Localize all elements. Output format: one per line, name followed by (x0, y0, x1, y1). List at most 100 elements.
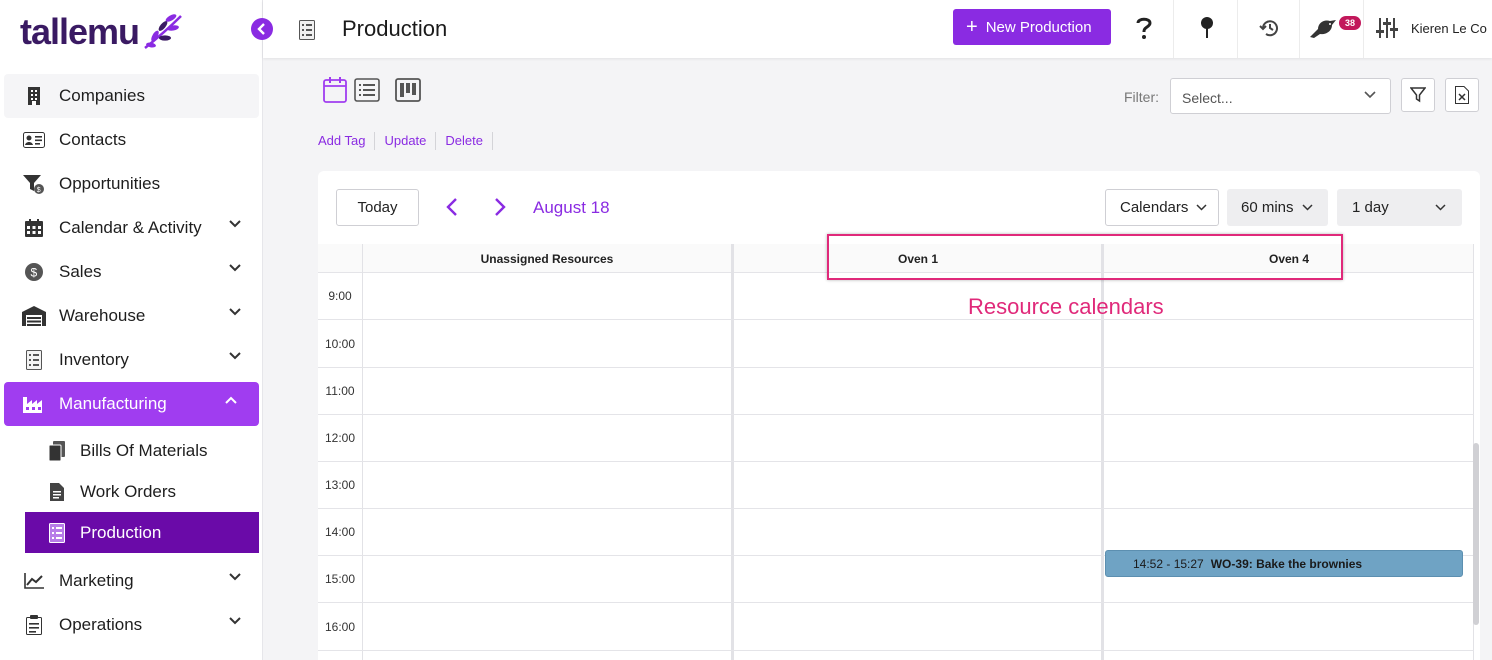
delete-link[interactable]: Delete (436, 132, 493, 150)
add-tag-link[interactable]: Add Tag (318, 132, 376, 150)
kanban-view-button[interactable] (394, 76, 422, 104)
sidebar-collapse-button[interactable] (251, 18, 273, 40)
time-label: 14:00 (324, 525, 356, 539)
export-excel-button[interactable] (1445, 78, 1479, 112)
event-title: WO-39: Bake the brownies (1210, 556, 1363, 571)
hour-line (318, 602, 1474, 603)
production-list-icon (46, 522, 68, 544)
today-button[interactable]: Today (336, 189, 419, 226)
sidebar-item-label: Contacts (59, 130, 127, 149)
funnel-icon: $ (22, 172, 46, 196)
sidebar-item-opportunities[interactable]: $ Opportunities (0, 162, 263, 206)
calendars-label: Calendars (1120, 199, 1189, 216)
filter-select[interactable]: Select... (1170, 78, 1391, 114)
column-divider (731, 244, 734, 660)
hour-line (318, 367, 1474, 368)
date-label: August 18 (533, 198, 610, 217)
notifications-bird-icon[interactable] (1306, 14, 1340, 42)
logo-text: tallemu (20, 11, 140, 52)
help-icon[interactable] (1130, 14, 1158, 42)
contact-card-icon (22, 128, 46, 152)
sidebar-item-sales[interactable]: $ Sales (0, 250, 263, 294)
hour-line (318, 508, 1474, 509)
warehouse-icon (22, 304, 46, 328)
calendars-dropdown[interactable]: Calendars (1105, 189, 1219, 226)
calendar-event[interactable]: 14:52 - 15:27 WO-39: Bake the brownies (1105, 550, 1463, 577)
sidebar-item-companies[interactable]: Companies (4, 74, 259, 118)
calendar-view-button[interactable] (321, 76, 349, 104)
sidebar-item-label: Calendar & Activity (59, 218, 202, 237)
header-divider (1363, 0, 1364, 58)
chevron-left-icon (257, 23, 265, 35)
update-link[interactable]: Update (375, 132, 437, 150)
next-arrow-icon[interactable] (494, 197, 506, 217)
list-view-button[interactable] (353, 76, 381, 104)
sidebar-item-work-orders[interactable]: Work Orders (0, 471, 263, 512)
hour-line (318, 414, 1474, 415)
chevron-down-icon (1364, 91, 1376, 99)
list-icon (354, 78, 380, 102)
sidebar-item-label: Operations (59, 615, 143, 634)
prev-arrow-icon[interactable] (446, 197, 458, 217)
logo[interactable]: tallemu (20, 10, 185, 54)
calendar-icon (22, 216, 46, 240)
filter-button[interactable] (1401, 78, 1435, 112)
building-icon (22, 84, 46, 108)
interval-label: 60 mins (1241, 199, 1294, 216)
filter-icon (1410, 87, 1426, 103)
column-divider (362, 244, 363, 660)
sidebar-item-label: Opportunities (59, 174, 161, 193)
header-divider (1173, 0, 1174, 58)
sidebar-item-label: Production (80, 522, 162, 542)
range-dropdown[interactable]: 1 day (1337, 189, 1462, 226)
excel-icon (1455, 86, 1469, 104)
sidebar-item-contacts[interactable]: Contacts (0, 118, 263, 162)
sidebar-item-label: Manufacturing (59, 394, 167, 413)
svg-text:$: $ (37, 187, 41, 194)
interval-dropdown[interactable]: 60 mins (1227, 189, 1328, 226)
sidebar-item-production[interactable]: Production (25, 512, 259, 553)
chart-line-icon (22, 569, 46, 593)
page-title: Production (342, 16, 448, 41)
hour-line (318, 319, 1474, 320)
sidebar-item-operations[interactable]: Operations (0, 603, 263, 647)
documents-icon (46, 440, 68, 462)
pin-icon[interactable] (1193, 14, 1221, 42)
time-label: 16:00 (324, 620, 356, 634)
app-root: tallemu Companies Contacts $ Opportuniti… (0, 0, 1492, 660)
filter-placeholder: Select... (1182, 90, 1233, 106)
sidebar-item-label: Warehouse (59, 306, 146, 325)
sidebar-item-calendar-activity[interactable]: Calendar & Activity (0, 206, 263, 250)
production-list-icon (299, 20, 315, 45)
chevron-down-icon (1435, 204, 1446, 211)
sidebar-item-marketing[interactable]: Marketing (0, 559, 263, 603)
history-icon[interactable] (1256, 14, 1284, 42)
vertical-scrollbar[interactable] (1473, 443, 1479, 625)
document-icon (46, 481, 68, 503)
list-icon (22, 348, 46, 372)
action-links: Add Tag Update Delete (318, 132, 493, 150)
range-label: 1 day (1352, 199, 1389, 216)
dollar-icon: $ (22, 260, 46, 284)
user-name[interactable]: Kieren Le Co (1411, 21, 1487, 36)
sidebar-item-inventory[interactable]: Inventory (0, 338, 263, 382)
header-divider (1237, 0, 1238, 58)
svg-text:$: $ (31, 266, 38, 280)
column-header-unassigned: Unassigned Resources (480, 251, 614, 266)
sidebar-item-label: Companies (59, 86, 145, 105)
new-production-button[interactable]: + New Production (953, 9, 1111, 45)
clipboard-icon (22, 613, 46, 637)
calendar-icon (323, 77, 347, 103)
chevron-up-icon (225, 396, 237, 404)
factory-icon (22, 392, 46, 416)
chevron-down-icon (229, 220, 241, 228)
sidebar-item-label: Marketing (59, 571, 134, 590)
settings-sliders-icon[interactable] (1373, 14, 1401, 42)
chevron-down-icon (1302, 204, 1313, 211)
sidebar-item-manufacturing[interactable]: Manufacturing (4, 382, 259, 426)
sidebar-item-warehouse[interactable]: Warehouse (0, 294, 263, 338)
sidebar: tallemu Companies Contacts $ Opportuniti… (0, 0, 263, 660)
sidebar-item-bills-of-materials[interactable]: Bills Of Materials (0, 430, 263, 471)
top-header: Production + New Production Kieren Le Co (263, 0, 1492, 58)
chevron-down-icon (229, 573, 241, 581)
